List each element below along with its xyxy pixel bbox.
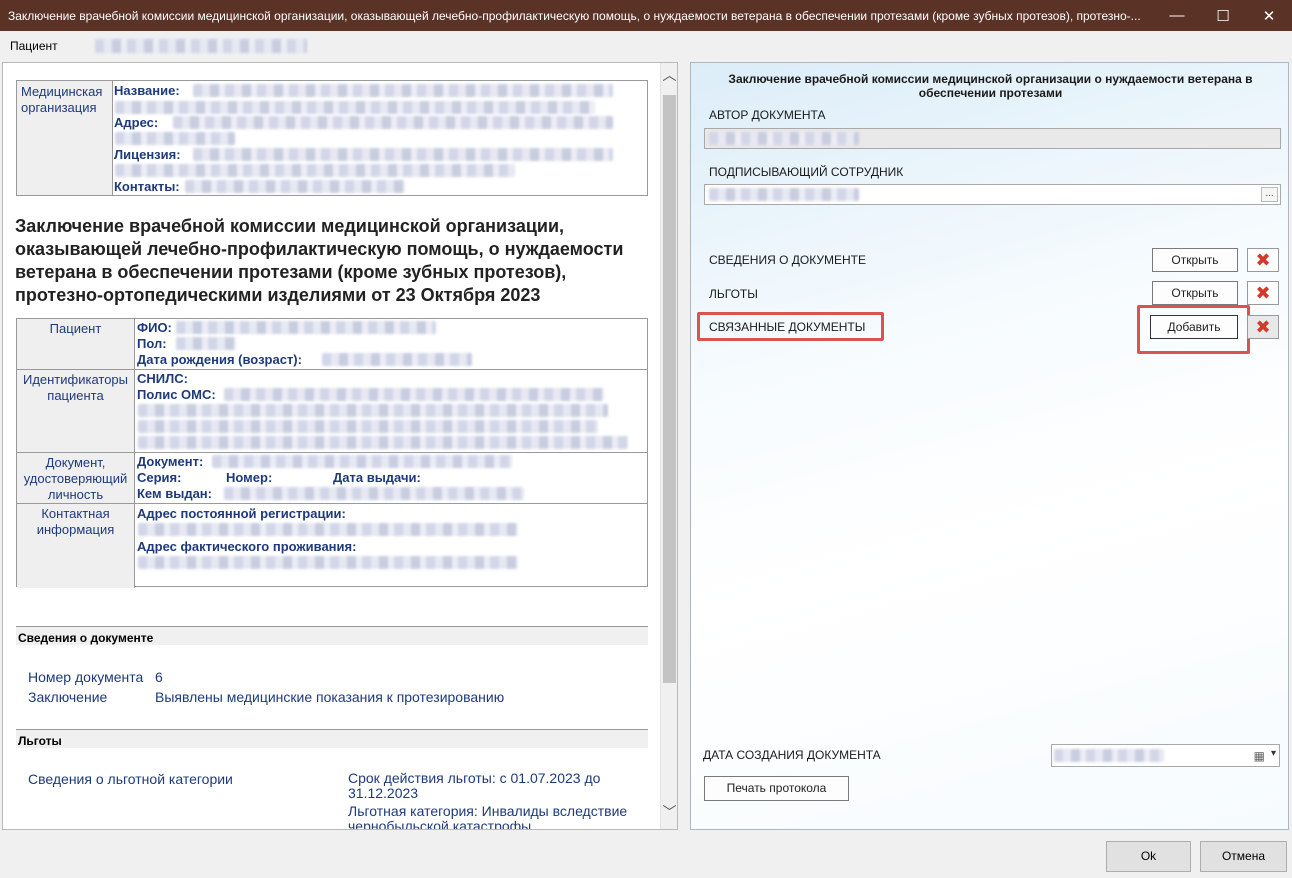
redacted-text: [115, 164, 515, 177]
scroll-up-arrow-icon[interactable]: ︿: [661, 67, 677, 84]
scroll-thumb[interactable]: [663, 95, 676, 683]
signer-label: ПОДПИСЫВАЮЩИЙ СОТРУДНИК: [709, 165, 904, 179]
doc-number-label: Номер документа: [28, 669, 144, 685]
redacted-text: [709, 132, 859, 145]
title-bar: Заключение врачебной комиссии медицинско…: [0, 0, 1292, 31]
open-doc-info-button[interactable]: Открыть: [1152, 248, 1238, 272]
redacted-text: [115, 101, 595, 114]
identifiers-row: Идентификаторы пациента СНИЛС: Полис ОМС…: [17, 370, 647, 453]
oms-label: Полис ОМС:: [137, 387, 216, 402]
redacted-text: [138, 556, 518, 569]
patient-table: Пациент ФИО: Пол: Дата рождения (возраст…: [16, 318, 648, 588]
number-label: Номер:: [226, 470, 273, 485]
patient-label: Пациент: [10, 39, 58, 53]
redacted-text: [115, 132, 235, 145]
fio-label: ФИО:: [137, 320, 172, 335]
form-title: Заключение врачебной комиссии медицинско…: [728, 72, 1253, 100]
document-title: Заключение врачебной комиссии медицинско…: [15, 216, 624, 305]
redacted-text: [176, 337, 236, 350]
patient-bar: Пациент: [0, 31, 1292, 59]
doc-info-row-label: СВЕДЕНИЯ О ДОКУМЕНТЕ: [709, 253, 866, 267]
created-date-label: ДАТА СОЗДАНИЯ ДОКУМЕНТА: [703, 748, 881, 762]
form-panel: Заключение врачебной комиссии медицинско…: [690, 62, 1289, 830]
chevron-down-icon[interactable]: ▾: [1271, 748, 1276, 759]
fact-address-label: Адрес фактического проживания:: [137, 539, 357, 554]
contacts-row-label: Контактная информация: [17, 504, 135, 588]
maximize-button[interactable]: ☐: [1200, 0, 1246, 31]
redacted-text: [322, 353, 472, 366]
reg-address-label: Адрес постоянной регистрации:: [137, 506, 346, 521]
minimize-button[interactable]: —: [1154, 0, 1200, 31]
document-preview[interactable]: Медицинская организация Название: Адрес:…: [2, 62, 678, 830]
calendar-icon[interactable]: ▦: [1254, 749, 1265, 763]
redacted-text: [193, 148, 613, 161]
conclusion-label: Заключение: [28, 689, 108, 705]
org-contacts-label: Контакты:: [114, 179, 180, 194]
redacted-text: [212, 455, 512, 468]
org-license-label: Лицензия:: [114, 147, 181, 162]
author-label: АВТОР ДОКУМЕНТА: [709, 108, 826, 122]
benefit-category: Льготная категория: Инвалиды вследствие …: [348, 803, 628, 830]
benefits-row-label: ЛЬГОТЫ: [709, 287, 758, 301]
series-label: Серия:: [137, 470, 182, 485]
delete-benefits-icon[interactable]: ✖: [1247, 281, 1279, 305]
add-button-highlight: [1137, 305, 1250, 354]
redacted-text: [1054, 749, 1164, 762]
doc-info-header: Сведения о документе: [16, 626, 648, 645]
contacts-row: Контактная информация Адрес постоянной р…: [17, 504, 647, 588]
open-benefits-button[interactable]: Открыть: [1152, 281, 1238, 305]
signer-select-button[interactable]: ...: [1261, 187, 1278, 202]
print-protocol-button[interactable]: Печать протокола: [704, 776, 849, 801]
conclusion-value: Выявлены медицинские показания к протези…: [155, 689, 505, 705]
related-docs-label-highlight: [697, 312, 884, 341]
org-label: Медицинская организация: [17, 81, 113, 195]
delete-related-docs-icon[interactable]: ✖: [1247, 315, 1279, 339]
benefit-period: Срок действия льготы: с 01.07.2023 до 31…: [348, 770, 601, 801]
snils-label: СНИЛС:: [137, 371, 188, 386]
patient-name-redacted: [95, 39, 307, 53]
org-address-label: Адрес:: [114, 115, 159, 130]
identity-doc-row-label: Документ, удостоверяющий личность: [17, 453, 135, 503]
close-button[interactable]: ✕: [1246, 0, 1292, 31]
patient-row-label: Пациент: [17, 319, 135, 369]
redacted-text: [138, 420, 598, 433]
patient-row: Пациент ФИО: Пол: Дата рождения (возраст…: [17, 319, 647, 370]
identity-doc-row: Документ, удостоверяющий личность Докуме…: [17, 453, 647, 504]
redacted-text: [138, 523, 518, 536]
doc-number-value: 6: [155, 669, 163, 685]
author-field[interactable]: [704, 128, 1281, 149]
created-date-field[interactable]: ▦ ▾: [1051, 744, 1280, 767]
redacted-text: [138, 404, 608, 417]
issue-date-label: Дата выдачи:: [333, 470, 421, 485]
redacted-text: [224, 388, 604, 401]
redacted-text: [185, 180, 405, 193]
org-section: Медицинская организация Название: Адрес:…: [16, 80, 648, 196]
document-scrollbar[interactable]: ︿ ﹀: [660, 63, 677, 829]
identifiers-row-label: Идентификаторы пациента: [17, 370, 135, 452]
scroll-down-arrow-icon[interactable]: ﹀: [661, 804, 677, 821]
issued-by-label: Кем выдан:: [137, 486, 212, 501]
sex-label: Пол:: [137, 336, 167, 351]
birth-label: Дата рождения (возраст):: [137, 352, 302, 367]
benefits-header: Льготы: [16, 729, 648, 748]
redacted-text: [193, 84, 613, 97]
delete-doc-info-icon[interactable]: ✖: [1247, 248, 1279, 272]
signer-field[interactable]: ...: [704, 184, 1281, 205]
redacted-text: [224, 487, 524, 500]
benefit-category-label: Сведения о льготной категории: [28, 771, 233, 787]
window-title: Заключение врачебной комиссии медицинско…: [8, 9, 1141, 23]
ok-button[interactable]: Ok: [1106, 841, 1191, 872]
redacted-text: [173, 116, 613, 129]
redacted-text: [138, 436, 628, 449]
cancel-button[interactable]: Отмена: [1200, 841, 1287, 872]
redacted-text: [709, 188, 859, 201]
doc-label: Документ:: [137, 454, 204, 469]
redacted-text: [176, 321, 436, 334]
org-name-label: Название:: [114, 83, 180, 98]
